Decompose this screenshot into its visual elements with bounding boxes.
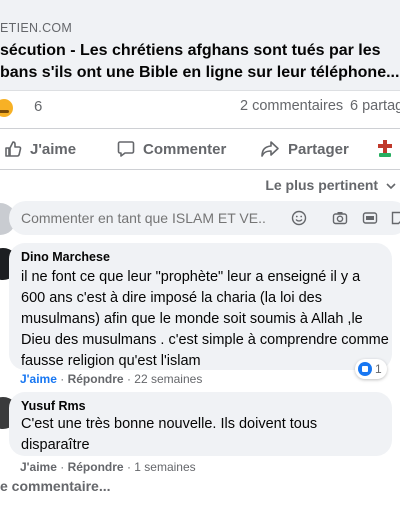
comment-sort-dropdown[interactable]: Le plus pertinent	[265, 177, 396, 193]
like-button-label: J'aime	[30, 140, 77, 158]
headline-line-1: sécution - Les chrétiens afghans sont tu…	[0, 42, 381, 59]
comment-count[interactable]: 2 commentaires	[240, 98, 343, 114]
post-stats: 6 2 commentaires 6 partag	[0, 94, 400, 120]
comment-input[interactable]	[21, 210, 266, 226]
comment-timestamp[interactable]: 1 semaines	[134, 460, 195, 474]
comment-text-line: il ne font ce que leur "prophète" leur a…	[21, 269, 361, 285]
comment-button[interactable]: Commenter	[117, 129, 226, 169]
comment-author[interactable]: Dino Marchese	[21, 250, 110, 264]
comment-bubble-icon	[117, 141, 135, 157]
emoji-icon[interactable]	[291, 210, 307, 226]
comment-text-line: 600 ans c'est à dire imposé la charia (l…	[21, 290, 322, 306]
like-reaction-icon	[358, 362, 372, 376]
comment-text-line: C'est une très bonne nouvelle. Ils doive…	[21, 416, 318, 432]
comment-text-line: musulmans) afin que le monde soit soumis…	[21, 311, 363, 327]
comment-like-link[interactable]: J'aime	[20, 372, 57, 386]
share-count[interactable]: 6 partag	[350, 98, 400, 114]
headline-line-2: bans s'ils ont une Bible en ligne sur le…	[0, 64, 400, 81]
sort-label: Le plus pertinent	[265, 177, 379, 193]
reaction-count[interactable]: 6	[34, 98, 42, 115]
page-flag-button[interactable]	[376, 129, 400, 169]
comment-reaction-count: 1	[375, 362, 382, 376]
camera-icon[interactable]	[332, 210, 348, 226]
view-more-comments-link[interactable]: e commentaire...	[0, 478, 111, 494]
comment-text-line: fausse religion qu'est l'islam	[21, 353, 201, 369]
comment-bubble: Dino Marchese il ne font ce que leur "pr…	[9, 243, 392, 370]
comment-meta: J'aime · Répondre · 22 semaines	[20, 372, 202, 386]
comment-timestamp[interactable]: 22 semaines	[134, 372, 202, 386]
post-action-bar: J'aime Commenter Partager	[0, 128, 400, 170]
comment-meta: J'aime · Répondre · 1 semaines	[20, 460, 196, 474]
share-button-label: Partager	[288, 140, 349, 158]
comment-like-link[interactable]: J'aime	[20, 460, 57, 474]
thumbs-up-icon	[5, 141, 22, 157]
comment-reaction-badge[interactable]: 1	[355, 359, 387, 379]
link-preview[interactable]: ETIEN.COM sécution - Les chrétiens afgha…	[0, 0, 400, 91]
comment-button-label: Commenter	[143, 140, 227, 158]
gif-icon[interactable]	[362, 210, 378, 226]
share-arrow-icon	[261, 141, 279, 157]
separator-dot: ·	[60, 460, 68, 474]
share-button[interactable]: Partager	[260, 129, 349, 169]
comment-text: C'est une très bonne nouvelle. Ils doive…	[21, 414, 317, 456]
separator-dot: ·	[60, 372, 68, 386]
comment-composer[interactable]	[9, 201, 400, 235]
chevron-down-icon	[386, 183, 396, 190]
comment-text: il ne font ce que leur "prophète" leur a…	[21, 267, 389, 372]
like-button[interactable]: J'aime	[4, 129, 76, 169]
comment-text-line: Dieu des musulmans . c'est simple à comp…	[21, 332, 389, 348]
link-headline[interactable]: sécution - Les chrétiens afghans sont tu…	[0, 40, 400, 84]
flag-cross-icon	[378, 140, 392, 157]
comment-reply-link[interactable]: Répondre	[68, 372, 124, 386]
sticker-icon[interactable]	[390, 210, 400, 226]
comment-text-line: disparaître	[21, 437, 90, 453]
comment-bubble: Yusuf Rms C'est une très bonne nouvelle.…	[9, 392, 392, 456]
comment-reply-link[interactable]: Répondre	[68, 460, 124, 474]
comment-author[interactable]: Yusuf Rms	[21, 399, 86, 413]
link-domain: ETIEN.COM	[0, 21, 73, 35]
angry-reaction-icon[interactable]	[0, 97, 15, 119]
